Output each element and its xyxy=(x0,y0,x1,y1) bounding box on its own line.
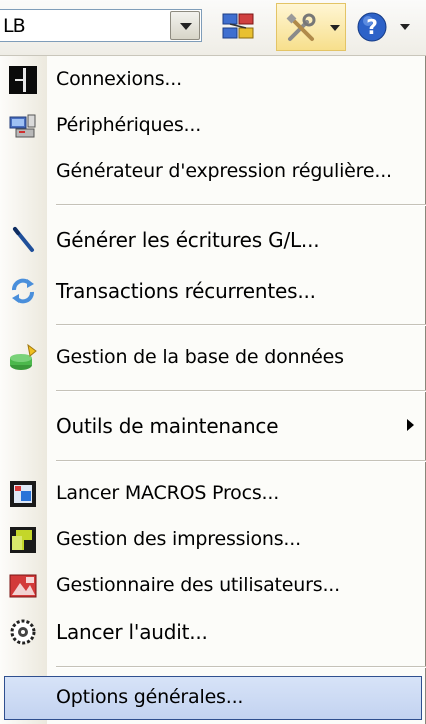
audit-icon xyxy=(10,619,36,645)
menu-item-run-audit[interactable]: Lancer l'audit... xyxy=(0,610,426,654)
menu-item-maintenance-tools[interactable]: Outils de maintenance xyxy=(0,404,426,448)
tools-menu: Connexions... Périphériques... Générateu… xyxy=(0,56,426,724)
menu-item-macros-procs[interactable]: Lancer MACROS Procs... xyxy=(0,472,426,516)
menu-item-label: Outils de maintenance xyxy=(56,414,279,438)
menu-item-recurring-transactions[interactable]: Transactions récurrentes... xyxy=(0,269,426,313)
connection-combo-value: LB xyxy=(3,15,26,37)
tools-button[interactable] xyxy=(276,3,346,51)
help-icon[interactable]: ? xyxy=(356,11,388,43)
menu-item-label: Options générales... xyxy=(56,686,244,708)
menu-item-generate-gl-entries[interactable]: Générer les écritures G/L... xyxy=(0,218,426,262)
menu-item-label: Gestionnaire des utilisateurs... xyxy=(56,574,340,596)
menu-item-general-options[interactable]: Options générales... xyxy=(4,676,422,720)
menu-item-label: Lancer MACROS Procs... xyxy=(56,482,280,504)
chevron-down-icon xyxy=(180,23,192,30)
svg-text:?: ? xyxy=(366,15,378,39)
print-management-icon xyxy=(10,527,36,553)
menu-item-connexions[interactable]: Connexions... xyxy=(0,58,426,102)
toolbar: LB ? xyxy=(0,0,426,56)
connection-combo[interactable]: LB xyxy=(0,9,202,42)
connections-icon xyxy=(9,66,37,94)
tools-icon xyxy=(286,13,316,41)
chevron-down-icon xyxy=(330,25,340,31)
network-connections-icon[interactable] xyxy=(221,10,255,42)
menu-item-peripheriques[interactable]: Périphériques... xyxy=(0,104,426,148)
devices-icon xyxy=(9,114,36,138)
recurring-icon xyxy=(12,278,34,304)
menu-separator xyxy=(56,390,426,392)
menu-separator xyxy=(56,666,426,668)
menu-item-label: Connexions... xyxy=(56,68,182,90)
menu-separator xyxy=(56,324,426,326)
combo-dropdown-button[interactable] xyxy=(170,11,200,40)
menu-separator xyxy=(56,460,426,462)
help-dropdown-chevron-icon[interactable] xyxy=(400,24,410,30)
submenu-arrow-icon xyxy=(407,419,414,431)
menu-item-database-management[interactable]: Gestion de la base de données xyxy=(0,336,426,380)
menu-item-label: Périphériques... xyxy=(56,114,202,136)
menu-item-print-management[interactable]: Gestion des impressions... xyxy=(0,518,426,562)
menu-item-label: Lancer l'audit... xyxy=(56,620,208,644)
pencil-icon xyxy=(13,227,34,252)
macro-icon xyxy=(10,481,36,507)
database-icon xyxy=(10,343,37,370)
menu-item-regex-generator[interactable]: Générateur d'expression régulière... xyxy=(0,150,426,194)
menu-item-user-manager[interactable]: Gestionnaire des utilisateurs... xyxy=(0,564,426,608)
menu-item-label: Transactions récurrentes... xyxy=(56,279,316,303)
menu-item-label: Gestion des impressions... xyxy=(56,528,301,550)
menu-item-label: Générer les écritures G/L... xyxy=(56,228,320,252)
menu-item-label: Générateur d'expression régulière... xyxy=(56,160,392,182)
menu-separator xyxy=(56,204,426,206)
users-icon xyxy=(9,574,37,598)
menu-item-label: Gestion de la base de données xyxy=(56,346,344,368)
